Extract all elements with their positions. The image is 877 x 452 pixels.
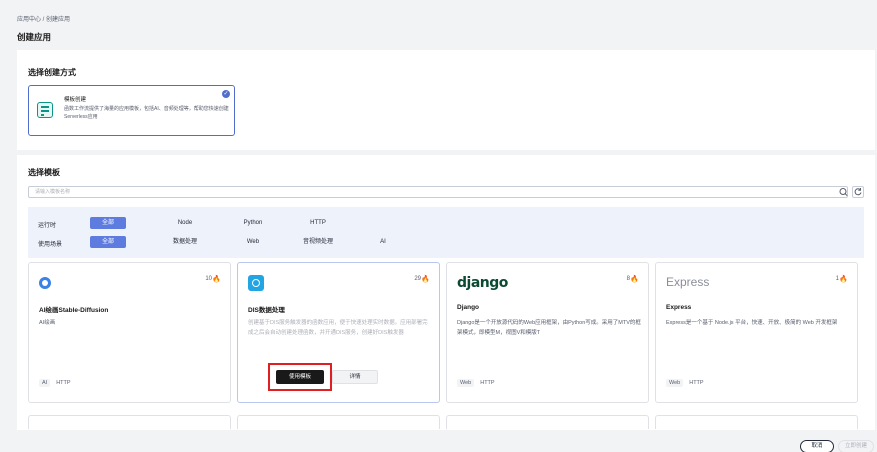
card-description: AI绘画 [39, 320, 56, 326]
template-card-next [28, 415, 231, 429]
runtime-http-chip[interactable]: HTTP [298, 217, 338, 229]
stable-diffusion-logo-icon [39, 277, 51, 289]
card-name: DIS数据处理 [248, 307, 285, 314]
dis-logo-icon [248, 275, 264, 291]
check-icon: ✓ [222, 90, 230, 98]
tag: HTTP [480, 380, 495, 386]
template-panel: 选择模板 运行时 全部 Node Python HTTP 使用场景 全部 数据处… [17, 155, 875, 430]
card-tags: Web HTTP [666, 379, 707, 387]
tag: AI [39, 379, 51, 387]
usage-count: 29 [414, 276, 421, 282]
page-title: 创建应用 [17, 32, 52, 42]
express-logo: Express [666, 275, 710, 289]
template-icon [37, 102, 53, 118]
scene-web-chip[interactable]: Web [228, 236, 278, 248]
runtime-label: 运行时 [38, 223, 57, 229]
tag: Web [457, 379, 475, 387]
runtime-python-chip[interactable]: Python [228, 217, 278, 229]
template-section-title: 选择模板 [28, 168, 60, 177]
tag: HTTP [56, 380, 71, 386]
refresh-icon [854, 188, 862, 196]
method-panel: 选择创建方式 ✓ 模板创建 函数工作流提供了海量的应用模板，包括AI、音频处理等… [17, 50, 875, 150]
create-now-button[interactable]: 立即创建 [838, 440, 874, 452]
fire-icon: 🔥 [630, 276, 639, 283]
runtime-node-chip[interactable]: Node [160, 217, 210, 229]
template-search [28, 186, 848, 198]
fire-icon: 🔥 [839, 276, 848, 283]
template-card-express[interactable]: Express 1 🔥 Express Express是一个基于 Node.js… [655, 262, 858, 403]
template-card-next [237, 415, 440, 429]
card-name: Django [457, 304, 480, 311]
card-tags: AI HTTP [39, 379, 74, 387]
card-actions: 使用模板 详情 [246, 361, 391, 391]
method-card-name: 模板创建 [64, 97, 87, 103]
card-description: 创建基于DIS服务触发器的函数应用，便于快速处理实时数据。应用部署完成之后会自动… [248, 320, 428, 336]
method-section-title: 选择创建方式 [28, 68, 76, 77]
filter-area: 运行时 全部 Node Python HTTP 使用场景 全部 数据处理 Web… [28, 207, 864, 258]
card-description: Express是一个基于 Node.js 平台，快速、开放、极简的 Web 开发… [666, 320, 838, 326]
fire-icon: 🔥 [212, 276, 221, 283]
runtime-all-chip[interactable]: 全部 [90, 217, 126, 229]
scene-label: 使用场景 [38, 242, 63, 248]
search-input[interactable] [29, 187, 789, 197]
search-icon[interactable] [838, 186, 849, 198]
refresh-button[interactable] [852, 186, 864, 198]
fire-icon: 🔥 [421, 276, 430, 283]
highlight-box [268, 363, 332, 391]
template-create-card[interactable]: ✓ 模板创建 函数工作流提供了海量的应用模板，包括AI、音频处理等，帮助您快速创… [28, 85, 235, 136]
template-card-django[interactable]: django 8 🔥 Django Django是一个开放源代码的Web应用框架… [446, 262, 649, 403]
usage-count: 10 [205, 276, 212, 282]
cancel-button[interactable]: 取消 [800, 440, 834, 452]
template-card-dis[interactable]: 29 🔥 DIS数据处理 创建基于DIS服务触发器的函数应用，便于快速处理实时数… [237, 262, 440, 403]
card-tags: Web HTTP [457, 379, 498, 387]
scene-all-chip[interactable]: 全部 [90, 236, 126, 248]
template-card-next [655, 415, 858, 429]
scene-ai-chip[interactable]: AI [368, 236, 398, 248]
card-name: AI绘画Stable-Diffusion [39, 307, 109, 314]
card-description: Django是一个开放源代码的Web应用框架，由Python写成。采用了MTV的… [457, 320, 641, 336]
scene-av-chip[interactable]: 音视频处理 [288, 236, 348, 248]
template-card-next [446, 415, 649, 429]
breadcrumb[interactable]: 应用中心 / 创建应用 [17, 14, 70, 23]
tag: HTTP [689, 380, 704, 386]
tag: Web [666, 379, 684, 387]
template-card-stable-diffusion[interactable]: 10 🔥 AI绘画Stable-Diffusion AI绘画 AI HTTP [28, 262, 231, 403]
detail-button[interactable]: 详情 [332, 370, 378, 384]
scene-data-chip[interactable]: 数据处理 [160, 236, 210, 248]
card-name: Express [666, 304, 692, 311]
method-card-description: 函数工作流提供了海量的应用模板，包括AI、音频处理等，帮助您快速创建Server… [64, 106, 229, 120]
django-logo: django [457, 275, 508, 291]
